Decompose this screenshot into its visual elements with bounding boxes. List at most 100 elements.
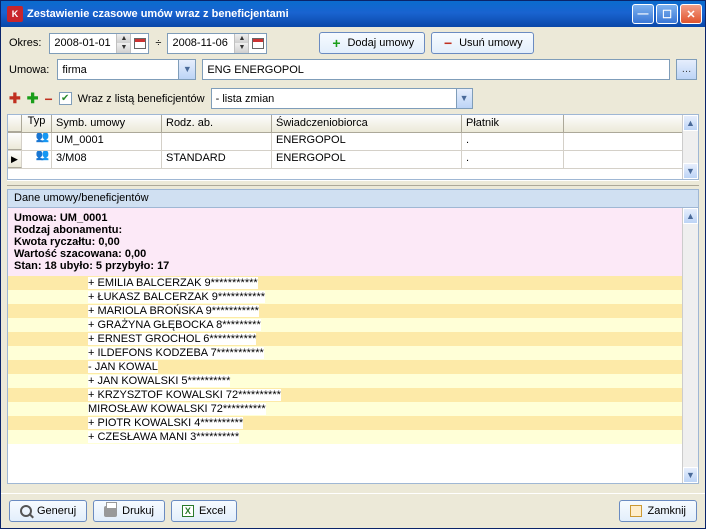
- print-label: Drukuj: [122, 505, 154, 517]
- current-row-marker-icon: ▶: [11, 154, 18, 164]
- list-item[interactable]: + ŁUKASZ BALCERZAK 9***********: [8, 290, 682, 304]
- remove-small-button[interactable]: −: [44, 91, 52, 107]
- cell-symb: 3/M08: [52, 151, 162, 168]
- add-contracts-label: Dodaj umowy: [347, 37, 414, 49]
- list-item[interactable]: + CZESŁAWA MANI 3**********: [8, 430, 682, 444]
- scroll-up-icon[interactable]: ▲: [683, 208, 698, 224]
- remove-contracts-button[interactable]: − Usuń umowy: [431, 32, 534, 54]
- list-item[interactable]: + KRZYSZTOF KOWALSKI 72**********: [8, 388, 682, 402]
- list-item[interactable]: + PIOTR KOWALSKI 4**********: [8, 416, 682, 430]
- list-item[interactable]: MIROSŁAW KOWALSKI 72**********: [8, 402, 682, 416]
- umowa-label: Umowa:: [9, 64, 49, 76]
- scroll-down-icon[interactable]: ▼: [683, 163, 698, 179]
- okres-label: Okres:: [9, 37, 41, 49]
- list-item[interactable]: + ERNEST GROCHOL 6***********: [8, 332, 682, 346]
- titlebar: K Zestawienie czasowe umów wraz z benefi…: [1, 1, 705, 27]
- footer-bar: Generuj Drukuj X Excel Zamknij: [1, 493, 705, 528]
- umowa-combo[interactable]: ▼: [57, 59, 196, 80]
- print-button[interactable]: Drukuj: [93, 500, 165, 522]
- list-item[interactable]: + GRAŻYNA GŁĘBOCKA 8*********: [8, 318, 682, 332]
- wartosc-value: 0,00: [125, 248, 146, 260]
- mode-input[interactable]: [212, 89, 456, 108]
- date-from-field[interactable]: ▲▼: [49, 33, 149, 54]
- add-red-button[interactable]: ✚: [9, 90, 21, 107]
- date-to-calendar-button[interactable]: [248, 34, 266, 53]
- kwota-value: 0,00: [98, 236, 119, 248]
- list-item[interactable]: - JAN KOWAL: [8, 360, 682, 374]
- minimize-button[interactable]: —: [632, 4, 654, 24]
- app-icon: K: [7, 6, 23, 22]
- date-to-input[interactable]: [168, 34, 234, 53]
- ubylo-label: ubyło:: [57, 260, 96, 272]
- beneficiaries-checkbox[interactable]: ✔: [59, 92, 72, 105]
- detail-pane: Umowa: UM_0001 Rodzaj abonamentu: Kwota …: [7, 207, 699, 484]
- beneficiaries-label: Wraz z listą beneficjentów: [78, 93, 205, 105]
- mode-combo[interactable]: ▼: [211, 88, 473, 109]
- table-row[interactable]: UM_0001 ENERGOPOL .: [8, 133, 682, 151]
- date-from-input[interactable]: [50, 34, 116, 53]
- scroll-down-icon[interactable]: ▼: [683, 467, 698, 483]
- generate-label: Generuj: [37, 505, 76, 517]
- excel-icon: X: [182, 505, 194, 517]
- close-label: Zamknij: [647, 505, 686, 517]
- pane-divider[interactable]: [7, 180, 699, 186]
- company-lookup-button[interactable]: …: [676, 59, 697, 80]
- date-from-spinner[interactable]: ▲▼: [116, 34, 130, 53]
- przybylo-label: przybyło:: [102, 260, 157, 272]
- date-to-spinner[interactable]: ▲▼: [234, 34, 248, 53]
- list-item[interactable]: + JAN KOWALSKI 5**********: [8, 374, 682, 388]
- company-field[interactable]: [202, 59, 670, 80]
- table-row[interactable]: ▶ 3/M08 STANDARD ENERGOPOL .: [8, 151, 682, 169]
- close-button[interactable]: Zamknij: [619, 500, 697, 522]
- excel-label: Excel: [199, 505, 226, 517]
- list-item[interactable]: + MARIOLA BROŃSKA 9***********: [8, 304, 682, 318]
- cell-plat: .: [462, 151, 564, 168]
- date-from-calendar-button[interactable]: [130, 34, 148, 53]
- window-title: Zestawienie czasowe umów wraz z beneficj…: [27, 8, 632, 20]
- col-typ[interactable]: Typ: [22, 115, 52, 132]
- company-input[interactable]: [203, 60, 669, 79]
- detail-header: Umowa: UM_0001 Rodzaj abonamentu: Kwota …: [8, 208, 682, 276]
- umowa-line-value: UM_0001: [60, 212, 108, 224]
- toolbar-row-3: ✚ ✚ − ✔ Wraz z listą beneficjentów ▼: [1, 85, 705, 112]
- cell-sw: ENERGOPOL: [272, 133, 462, 150]
- detail-pane-title: Dane umowy/beneficjentów: [7, 189, 699, 207]
- dropdown-icon[interactable]: ▼: [456, 89, 472, 108]
- cell-plat: .: [462, 133, 564, 150]
- przybylo-value: 17: [157, 260, 169, 272]
- col-sw[interactable]: Świadczeniobiorca: [272, 115, 462, 132]
- toolbar-row-1: Okres: ▲▼ ÷ ▲▼ + Dodaj umowy − Usuń umow…: [1, 27, 705, 59]
- add-green-button[interactable]: ✚: [27, 90, 39, 107]
- plus-icon: +: [330, 37, 342, 49]
- list-item[interactable]: + EMILIA BALCERZAK 9***********: [8, 276, 682, 290]
- umowa-line-label: Umowa:: [14, 212, 60, 224]
- date-separator: ÷: [155, 37, 161, 49]
- maximize-button[interactable]: ☐: [656, 4, 678, 24]
- cell-sw: ENERGOPOL: [272, 151, 462, 168]
- generate-button[interactable]: Generuj: [9, 500, 87, 522]
- detail-scrollbar[interactable]: ▲ ▼: [682, 208, 698, 483]
- col-symb[interactable]: Symb. umowy: [52, 115, 162, 132]
- grid-scrollbar[interactable]: ▲ ▼: [682, 115, 698, 179]
- scroll-up-icon[interactable]: ▲: [683, 115, 698, 131]
- excel-button[interactable]: X Excel: [171, 500, 237, 522]
- window-close-button[interactable]: ✕: [680, 4, 702, 24]
- minus-icon: −: [442, 37, 454, 49]
- grid-header: Typ Symb. umowy Rodz. ab. Świadczeniobio…: [8, 115, 682, 133]
- date-to-field[interactable]: ▲▼: [167, 33, 267, 54]
- stan-label: Stan:: [14, 260, 45, 272]
- col-rodz[interactable]: Rodz. ab.: [162, 115, 272, 132]
- umowa-input[interactable]: [58, 60, 178, 79]
- rodzaj-line: Rodzaj abonamentu:: [14, 224, 676, 236]
- dropdown-icon[interactable]: ▼: [178, 60, 195, 79]
- kwota-label: Kwota ryczałtu:: [14, 236, 98, 248]
- contracts-grid: Typ Symb. umowy Rodz. ab. Świadczeniobio…: [7, 114, 699, 180]
- stan-value: 18: [45, 260, 57, 272]
- add-contracts-button[interactable]: + Dodaj umowy: [319, 32, 425, 54]
- list-item[interactable]: + ILDEFONS KODZEBA 7***********: [8, 346, 682, 360]
- printer-icon: [104, 506, 117, 517]
- cell-rodz: STANDARD: [162, 151, 272, 168]
- cell-rodz: [162, 133, 272, 150]
- remove-contracts-label: Usuń umowy: [459, 37, 523, 49]
- col-plat[interactable]: Płatnik: [462, 115, 564, 132]
